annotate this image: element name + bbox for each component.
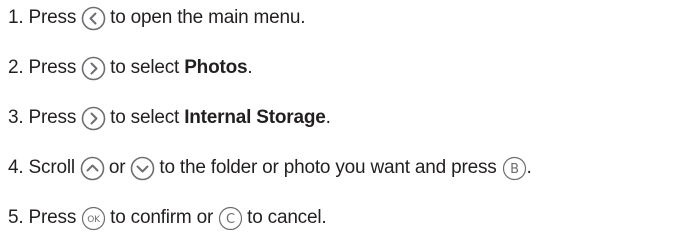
step-number: 4. (8, 157, 24, 178)
step-number: 5. (8, 207, 24, 228)
step-3: 3. Press to select Internal Storage. (8, 103, 331, 133)
down-arrow-button-icon (130, 156, 155, 181)
step-bold-text: Photos (184, 57, 248, 78)
step-text-end: . (325, 107, 331, 128)
right-arrow-button-icon (81, 56, 106, 81)
step-text-before: Press (28, 57, 77, 78)
step-number: 3. (8, 107, 24, 128)
c-button-label: C (226, 212, 235, 227)
step-text-end: . (247, 57, 253, 78)
right-arrow-button-icon (81, 106, 106, 131)
step-text-middle: or (108, 157, 126, 178)
instruction-steps: 1. Press to open the main menu. 2. Press… (0, 0, 689, 245)
step-4: 4. Scroll or to the folder or photo you … (8, 153, 532, 183)
step-text-after: to the folder or photo you want and pres… (159, 157, 497, 178)
left-arrow-button-icon (81, 6, 106, 31)
b-button-label: B (510, 162, 519, 177)
ok-button-label: OK (87, 215, 101, 225)
step-text-before: Press (28, 107, 77, 128)
step-number: 2. (8, 57, 24, 78)
step-text-end: to cancel. (247, 207, 327, 228)
step-text-before: Press (28, 7, 77, 28)
step-text-after: to confirm or (110, 207, 214, 228)
step-2: 2. Press to select Photos. (8, 53, 253, 83)
step-number: 1. (8, 7, 24, 28)
step-text-after: to open the main menu. (110, 7, 306, 28)
step-5: 5. Press OK to confirm or C to cancel. (8, 203, 327, 233)
step-text-after: to select (110, 107, 180, 128)
b-button-icon: B (502, 156, 527, 181)
step-text-end: . (526, 157, 532, 178)
up-arrow-button-icon (80, 156, 105, 181)
step-bold-text: Internal Storage (184, 107, 326, 128)
step-text-before: Press (28, 207, 77, 228)
step-1: 1. Press to open the main menu. (8, 3, 306, 33)
step-text-before: Scroll (28, 157, 76, 178)
ok-button-icon: OK (81, 206, 106, 231)
c-button-icon: C (218, 206, 243, 231)
step-text-after: to select (110, 57, 180, 78)
